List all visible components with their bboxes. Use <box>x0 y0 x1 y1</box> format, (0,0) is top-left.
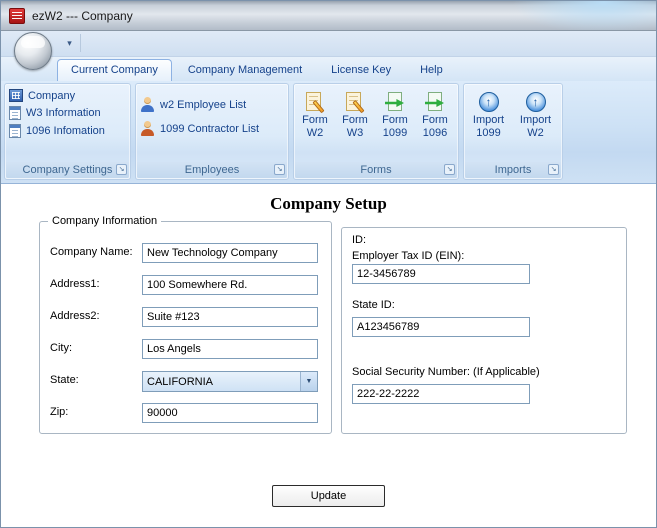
update-button[interactable]: Update <box>272 485 385 507</box>
dialog-launcher-icon[interactable]: ↘ <box>116 164 127 175</box>
group-label-text: Employees <box>184 164 240 176</box>
tab-company-management[interactable]: Company Management <box>175 60 315 81</box>
ribbon-item-1099-contractor-list[interactable]: 1099 Contractor List <box>140 121 284 136</box>
ribbon-item-label: w2 Employee List <box>160 98 247 111</box>
button-label-line1: Form <box>382 114 408 126</box>
ribbon-item-label: W3 Information <box>26 107 101 119</box>
tab-current-company[interactable]: Current Company <box>57 59 172 81</box>
groupbox-legend: Company Information <box>48 215 162 227</box>
group-label-employees: Employees ↘ <box>137 162 287 178</box>
ribbon-button-form-w2[interactable]: Form W2 <box>295 87 335 140</box>
button-label-line2: 1099 <box>382 127 408 139</box>
group-label-company-settings: Company Settings ↘ <box>6 162 129 178</box>
form-1096-icon <box>425 91 445 113</box>
ribbon-button-import-1099[interactable]: ↑ Import 1099 <box>465 87 512 140</box>
state-select[interactable]: CALIFORNIA ▼ <box>142 371 318 392</box>
app-window: ezW2 --- Company ▾ Current Company Compa… <box>0 0 657 528</box>
button-label-line2: 1099 <box>476 127 501 139</box>
ribbon-item-w3-information[interactable]: W3 Information <box>9 106 126 120</box>
address1-label: Address1: <box>50 278 100 290</box>
combo-arrow-icon[interactable]: ▼ <box>300 372 317 391</box>
ribbon-tab-bar: Current Company Company Management Licen… <box>1 57 656 81</box>
ein-label: Employer Tax ID (EIN): <box>352 250 465 262</box>
ribbon-item-label: 1099 Contractor List <box>160 122 260 135</box>
button-label-line1: Import <box>472 114 505 126</box>
form-1099-icon <box>385 91 405 113</box>
zip-input[interactable] <box>142 403 318 423</box>
ssn-label: Social Security Number: (If Applicable) <box>352 366 540 378</box>
ribbon-item-company[interactable]: Company <box>9 89 126 102</box>
group-label-text: Imports <box>494 164 532 176</box>
employee-person-icon <box>140 97 155 112</box>
contractor-person-icon <box>140 121 155 136</box>
titlebar: ezW2 --- Company <box>1 1 656 31</box>
address1-input[interactable] <box>142 275 318 295</box>
button-label-line2: W2 <box>306 127 324 139</box>
state-id-input[interactable] <box>352 317 530 337</box>
ribbon-item-label: 1096 Infomation <box>26 125 105 137</box>
app-logo-icon <box>9 8 25 24</box>
w3-information-icon <box>9 106 21 120</box>
address2-input[interactable] <box>142 307 318 327</box>
ribbon-item-w2-employee-list[interactable]: w2 Employee List <box>140 97 284 112</box>
button-label-line2: 1096 <box>422 127 448 139</box>
zip-label: Zip: <box>50 406 69 418</box>
dialog-launcher-icon[interactable]: ↘ <box>548 164 559 175</box>
button-label-line1: Import <box>519 114 552 126</box>
group-employees: w2 Employee List 1099 Contractor List Em… <box>135 83 289 180</box>
company-name-label: Company Name: <box>50 246 133 258</box>
group-label-imports: Imports ↘ <box>465 162 561 178</box>
city-label: City: <box>50 342 72 354</box>
address2-label: Address2: <box>50 310 100 322</box>
ein-input[interactable] <box>352 264 530 284</box>
page-title: Company Setup <box>270 194 387 213</box>
company-setup-panel: Company Setup Company Information Compan… <box>2 184 655 527</box>
ribbon-button-import-w2[interactable]: ↑ Import W2 <box>512 87 559 140</box>
state-id-label: State ID: <box>352 299 395 311</box>
import-1099-icon: ↑ <box>478 92 499 112</box>
button-label-line2: W3 <box>346 127 364 139</box>
company-name-input[interactable] <box>142 243 318 263</box>
ribbon-button-form-1096[interactable]: Form 1096 <box>415 87 455 140</box>
state-select-value: CALIFORNIA <box>147 375 214 388</box>
company-information-groupbox: Company Information Company Name: Addres… <box>39 215 332 434</box>
state-label: State: <box>50 374 79 386</box>
1096-information-icon <box>9 124 21 138</box>
group-label-text: Company Settings <box>22 164 113 176</box>
group-forms: Form W2 Form W3 Form 1099 Form 1096 Form… <box>293 83 459 180</box>
tab-license-key[interactable]: License Key <box>318 60 404 81</box>
application-menu-button[interactable] <box>14 32 52 70</box>
window-title: ezW2 --- Company <box>32 9 133 23</box>
tab-help[interactable]: Help <box>407 60 456 81</box>
ssn-input[interactable] <box>352 384 530 404</box>
quick-access-band <box>1 31 656 57</box>
group-company-settings: Company W3 Information 1096 Infomation C… <box>4 83 131 180</box>
id-heading: ID: <box>352 234 367 246</box>
ribbon-item-label: Company <box>28 89 76 102</box>
form-w2-icon <box>305 91 325 114</box>
ribbon-button-form-1099[interactable]: Form 1099 <box>375 87 415 140</box>
group-imports: ↑ Import 1099 ↑ Import W2 Imports ↘ <box>463 83 563 180</box>
button-label-line2: W2 <box>527 127 544 139</box>
dialog-launcher-icon[interactable]: ↘ <box>444 164 455 175</box>
button-label-line1: Form <box>342 114 368 126</box>
group-label-text: Forms <box>360 164 392 176</box>
import-w2-icon: ↑ <box>525 92 546 112</box>
group-label-forms: Forms ↘ <box>295 162 457 178</box>
company-icon <box>9 89 23 102</box>
ribbon: Company W3 Information 1096 Infomation C… <box>1 81 656 184</box>
button-label-line1: Form <box>302 114 328 126</box>
form-w3-icon <box>345 91 365 114</box>
ribbon-button-form-w3[interactable]: Form W3 <box>335 87 375 140</box>
quick-access-dropdown-icon[interactable]: ▾ <box>59 34 81 52</box>
ribbon-item-1096-information[interactable]: 1096 Infomation <box>9 124 126 138</box>
dialog-launcher-icon[interactable]: ↘ <box>274 164 285 175</box>
button-label-line1: Form <box>422 114 448 126</box>
city-input[interactable] <box>142 339 318 359</box>
id-groupbox: ID: Employer Tax ID (EIN): State ID: Soc… <box>341 227 627 434</box>
